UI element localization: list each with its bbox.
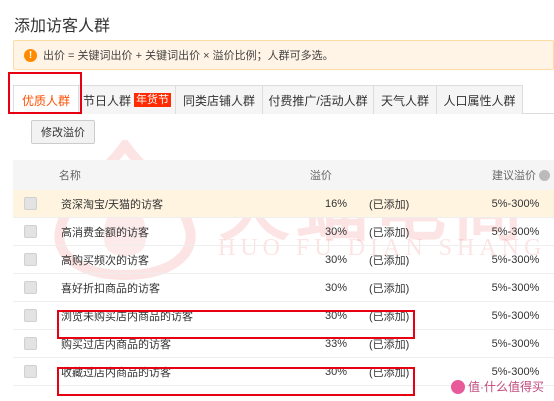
row-checkbox[interactable] bbox=[23, 365, 37, 378]
row-range: 5%-300% bbox=[491, 225, 540, 238]
row-range: 5%-300% bbox=[491, 365, 540, 378]
tab-demographics-label: 人口属性人群 bbox=[443, 93, 516, 108]
audience-table: 名称 溢价 建议溢价 资深淘宝/天猫的访客 16% (已添加) 5%-300% … bbox=[13, 160, 554, 386]
modify-bid-button[interactable]: 修改溢价 bbox=[31, 120, 95, 144]
row-bid[interactable]: 16% bbox=[303, 198, 369, 210]
tab-holiday-label: 节日人群 bbox=[82, 93, 131, 108]
tab-similar-shops-label: 同类店铺人群 bbox=[182, 93, 255, 108]
tab-weather-label: 天气人群 bbox=[380, 93, 429, 108]
row-name: 喜好折扣商品的访客 bbox=[61, 282, 160, 295]
row-annotation-box-favorite bbox=[57, 367, 415, 396]
table-row: 高购买频次的访客 30% (已添加) 5%-300% bbox=[13, 246, 554, 274]
header-range-label: 建议溢价 bbox=[492, 170, 536, 182]
row-checkbox[interactable] bbox=[23, 281, 37, 294]
row-range: 5%-300% bbox=[491, 309, 540, 322]
header-range: 建议溢价 bbox=[451, 167, 554, 183]
row-name: 高购买频次的访客 bbox=[61, 254, 149, 267]
row-bid[interactable]: 33% bbox=[303, 338, 369, 350]
row-annotation-box-browse bbox=[57, 310, 415, 339]
notice-text: 出价 = 关键词出价 + 关键词出价 × 溢价比例；人群可多选。 bbox=[43, 50, 334, 62]
table-row: 资深淘宝/天猫的访客 16% (已添加) 5%-300% bbox=[13, 190, 554, 218]
warning-icon: ! bbox=[24, 48, 37, 62]
row-range: 5%-300% bbox=[491, 337, 540, 350]
site-logo-icon bbox=[451, 379, 465, 394]
page-title: 添加访客人群 bbox=[14, 18, 111, 35]
row-status: (已添加) bbox=[369, 282, 410, 295]
notice-banner: ! 出价 = 关键词出价 + 关键词出价 × 溢价比例；人群可多选。 bbox=[13, 40, 554, 70]
table-row: 高消费金额的访客 30% (已添加) 5%-300% bbox=[13, 218, 554, 246]
row-checkbox[interactable] bbox=[23, 309, 37, 322]
row-name: 高消费金额的访客 bbox=[61, 226, 149, 239]
row-bid[interactable]: 30% bbox=[303, 226, 369, 238]
row-name: 资深淘宝/天猫的访客 bbox=[61, 198, 164, 211]
tab-weather[interactable]: 天气人群 bbox=[373, 85, 437, 114]
row-checkbox[interactable] bbox=[23, 337, 37, 350]
tab-similar-shops[interactable]: 同类店铺人群 bbox=[175, 85, 263, 114]
corner-text: 值·什么值得买 bbox=[468, 380, 544, 394]
row-status: (已添加) bbox=[369, 254, 410, 267]
tab-annotation-box bbox=[8, 72, 82, 114]
header-bid: 溢价 bbox=[309, 170, 332, 182]
row-range: 5%-300% bbox=[491, 281, 540, 294]
row-status: (已添加) bbox=[369, 198, 410, 211]
tab-paid-promo[interactable]: 付费推广/活动人群 bbox=[262, 85, 374, 114]
tab-holiday[interactable]: 节日人群 年货节 bbox=[78, 85, 176, 114]
table-header: 名称 溢价 建议溢价 bbox=[13, 160, 554, 190]
row-bid[interactable]: 30% bbox=[303, 254, 369, 266]
tab-demographics[interactable]: 人口属性人群 bbox=[436, 85, 523, 114]
row-range: 5%-300% bbox=[491, 253, 540, 266]
table-row: 喜好折扣商品的访客 30% (已添加) 5%-300% bbox=[13, 274, 554, 302]
row-checkbox[interactable] bbox=[23, 225, 37, 238]
row-checkbox[interactable] bbox=[23, 197, 37, 210]
row-range: 5%-300% bbox=[491, 197, 540, 210]
header-name: 名称 bbox=[58, 170, 81, 182]
corner-watermark: 值·什么值得买 bbox=[451, 378, 544, 395]
row-status: (已添加) bbox=[369, 226, 410, 239]
row-bid[interactable]: 30% bbox=[303, 282, 369, 294]
row-checkbox[interactable] bbox=[23, 253, 37, 266]
tab-paid-promo-label: 付费推广/活动人群 bbox=[268, 93, 368, 108]
tab-badge: 年货节 bbox=[134, 93, 171, 107]
help-icon[interactable] bbox=[539, 169, 550, 181]
audience-tabs: 优质人群 节日人群 年货节 同类店铺人群 付费推广/活动人群 天气人群 人口属性… bbox=[13, 85, 554, 115]
